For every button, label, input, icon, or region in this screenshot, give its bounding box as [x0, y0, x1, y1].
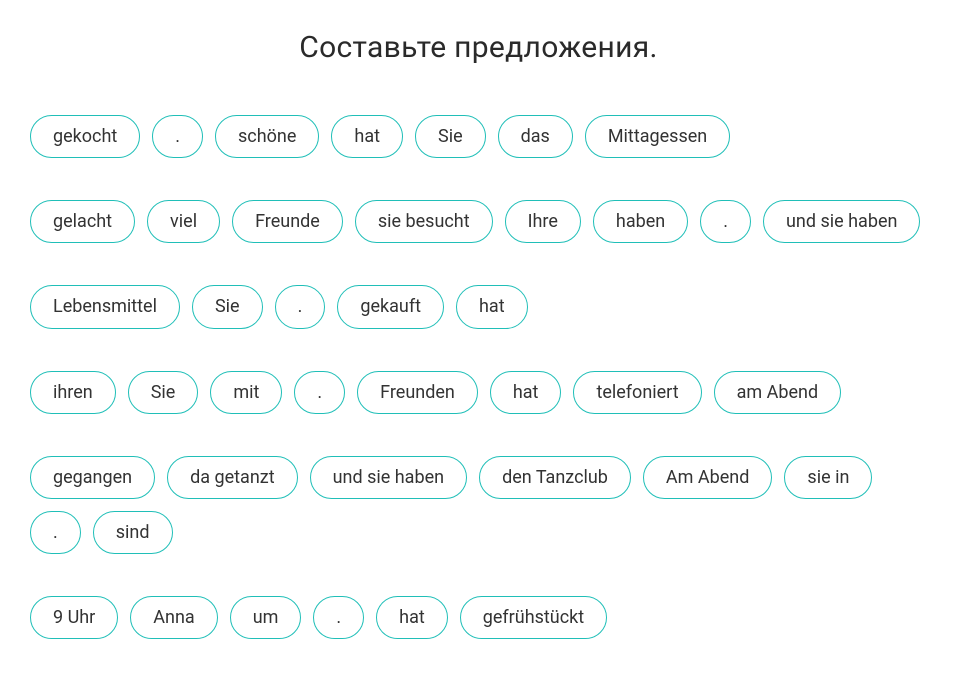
page-title: Составьте предложения.	[30, 30, 927, 65]
word-chip[interactable]: .	[294, 371, 345, 414]
word-chip[interactable]: Am Abend	[643, 456, 772, 499]
word-chip[interactable]: ihren	[30, 371, 116, 414]
word-row: ihren Siemit. Freunden hat telefoniert am Abe…	[30, 371, 927, 414]
word-chip[interactable]: gelacht	[30, 200, 135, 243]
word-chip[interactable]: hat	[331, 115, 403, 158]
word-chip[interactable]: Mittagessen	[585, 115, 730, 158]
word-chip[interactable]: gekauft	[337, 285, 444, 328]
word-chip[interactable]: sie in	[784, 456, 872, 499]
word-chip[interactable]: hat	[376, 596, 448, 639]
word-chip[interactable]: sie besucht	[355, 200, 493, 243]
word-chip[interactable]: viel	[147, 200, 220, 243]
word-chip[interactable]: .	[30, 511, 81, 554]
word-chip[interactable]: Freunde	[232, 200, 343, 243]
word-chip[interactable]: gegangen	[30, 456, 155, 499]
word-chip[interactable]: Lebensmittel	[30, 285, 180, 328]
word-row: Lebensmittel Sie. gekauft hat	[30, 285, 927, 328]
word-chip[interactable]: Sie	[128, 371, 199, 414]
word-chip[interactable]: gefrühstückt	[460, 596, 607, 639]
word-chip[interactable]: um	[230, 596, 302, 639]
word-chip[interactable]: hat	[490, 371, 562, 414]
word-chip[interactable]: hat	[456, 285, 528, 328]
word-chip[interactable]: und sie haben	[310, 456, 467, 499]
word-chip[interactable]: 9 Uhr	[30, 596, 118, 639]
word-chip[interactable]: den Tanzclub	[479, 456, 631, 499]
word-chip[interactable]: Anna	[130, 596, 217, 639]
word-chip[interactable]: gekocht	[30, 115, 140, 158]
word-row: gekocht. schöne hat Siedas Mittagessen	[30, 115, 927, 158]
word-chip[interactable]: .	[313, 596, 364, 639]
word-chip[interactable]: am Abend	[714, 371, 842, 414]
word-chip[interactable]: Sie	[415, 115, 486, 158]
word-chip[interactable]: da getanzt	[167, 456, 298, 499]
word-chip[interactable]: Freunden	[357, 371, 478, 414]
word-row: gegangen da getanzt und sie haben den Tanzc…	[30, 456, 927, 554]
sentence-rows: gekocht.schönehatSiedasMittagessengelach…	[30, 115, 927, 639]
word-chip[interactable]: .	[152, 115, 203, 158]
word-chip[interactable]: telefoniert	[573, 371, 701, 414]
word-row: 9 Uhr Annaum. hat gefrühstückt	[30, 596, 927, 639]
word-chip[interactable]: .	[275, 285, 326, 328]
word-chip[interactable]: mit	[210, 371, 282, 414]
word-chip[interactable]: und sie haben	[763, 200, 920, 243]
word-chip[interactable]: sind	[93, 511, 173, 554]
word-chip[interactable]: Ihre	[505, 200, 581, 243]
word-row: gelacht viel Freunde sie besucht Ihre haben. u…	[30, 200, 927, 243]
word-chip[interactable]: .	[700, 200, 751, 243]
word-chip[interactable]: Sie	[192, 285, 263, 328]
word-chip[interactable]: das	[498, 115, 573, 158]
word-chip[interactable]: schöne	[215, 115, 319, 158]
word-chip[interactable]: haben	[593, 200, 688, 243]
